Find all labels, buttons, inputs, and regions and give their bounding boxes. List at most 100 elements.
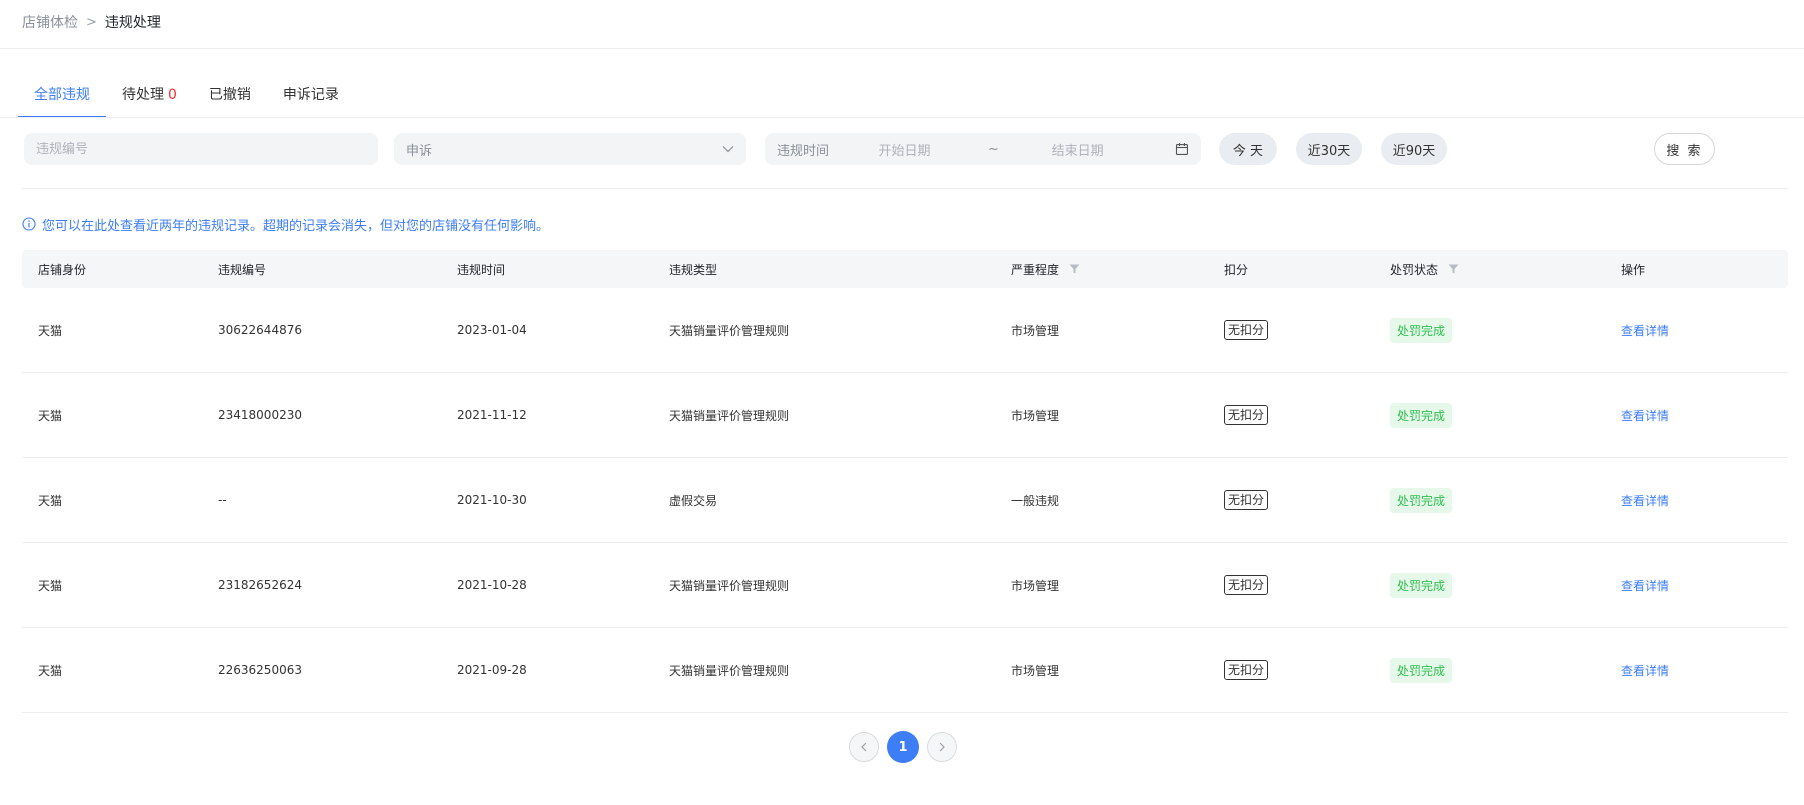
cell-time: 2021-10-30: [457, 493, 527, 507]
appeal-select[interactable]: 申诉: [394, 133, 746, 165]
score-badge: 无扣分: [1224, 660, 1269, 680]
cell-shop: 天猫: [38, 578, 63, 593]
chevron-down-icon: [722, 146, 734, 153]
cell-type: 天猫销量评价管理规则: [669, 323, 790, 338]
cell-type: 天猫销量评价管理规则: [669, 663, 790, 678]
cell-violation-no: --: [218, 493, 227, 507]
table-row: 天猫 30622644876 2023-01-04 天猫销量评价管理规则 市场管…: [22, 288, 1788, 373]
cell-status: 处罚完成: [1374, 487, 1605, 513]
next-page-button[interactable]: [927, 732, 957, 762]
info-notice: 您可以在此处查看近两年的违规记录。超期的记录会消失，但对您的店铺没有任何影响。: [22, 214, 549, 234]
tab-revoked[interactable]: 已撤销: [193, 80, 267, 118]
cell-time: 2021-09-28: [457, 663, 527, 677]
cell-action: 查看详情: [1605, 577, 1788, 594]
info-icon: [22, 217, 36, 231]
prev-page-button[interactable]: [849, 732, 879, 762]
view-details-link[interactable]: 查看详情: [1621, 492, 1669, 509]
breadcrumb: 店铺体检 > 违规处理: [22, 12, 161, 32]
pagination: 1: [849, 731, 957, 763]
cell-severity: 市场管理: [1011, 408, 1060, 423]
date-range-separator: ~: [987, 141, 999, 157]
cell-score: 无扣分: [1208, 320, 1374, 340]
column-header-label: 处罚状态: [1390, 262, 1439, 277]
cell-time: 2021-11-12: [457, 408, 527, 422]
cell-time: 2021-10-28: [457, 578, 527, 592]
cell-type: 天猫销量评价管理规则: [669, 408, 790, 423]
status-badge: 处罚完成: [1390, 572, 1453, 598]
cell-shop: 天猫: [38, 323, 63, 338]
filter-icon[interactable]: [1448, 264, 1459, 274]
cell-action: 查看详情: [1605, 492, 1788, 509]
cell-shop: 天猫: [38, 493, 63, 508]
last-30-days-button[interactable]: 近30天: [1296, 133, 1362, 165]
cell-shop: 天猫: [38, 663, 63, 678]
table-row: 天猫 23418000230 2021-11-12 天猫销量评价管理规则 市场管…: [22, 373, 1788, 458]
cell-violation-no: 30622644876: [218, 323, 302, 337]
last-90-days-button[interactable]: 近90天: [1381, 133, 1447, 165]
tab-appeal-records[interactable]: 申诉记录: [267, 80, 355, 118]
date-range-picker[interactable]: 违规时间 开始日期 ~ 结束日期: [765, 133, 1201, 165]
column-header: 违规类型: [669, 262, 718, 277]
table-row: 天猫 -- 2021-10-30 虚假交易 一般违规 无扣分 处罚完成 查看详情: [22, 458, 1788, 543]
column-header: 违规编号: [218, 262, 267, 277]
violations-table: 店铺身份 违规编号 违规时间 违规类型 严重程度 扣分 处罚状态 操作 天猫 3…: [22, 250, 1788, 713]
cell-severity: 市场管理: [1011, 323, 1060, 338]
date-range-label: 违规时间: [777, 143, 830, 159]
cell-time: 2023-01-04: [457, 323, 527, 337]
cell-violation-no: 23182652624: [218, 578, 302, 592]
filter-icon[interactable]: [1069, 264, 1080, 274]
search-button[interactable]: 搜 索: [1654, 133, 1715, 165]
view-details-link[interactable]: 查看详情: [1621, 577, 1669, 594]
tabs-divider: [0, 117, 1804, 118]
status-badge: 处罚完成: [1390, 317, 1453, 343]
page-number-current[interactable]: 1: [887, 731, 919, 763]
view-details-link[interactable]: 查看详情: [1621, 662, 1669, 679]
cell-violation-no: 22636250063: [218, 663, 302, 677]
column-header-severity: 严重程度: [995, 261, 1208, 278]
status-badge: 处罚完成: [1390, 657, 1453, 683]
column-header-status: 处罚状态: [1374, 261, 1605, 278]
cell-shop: 天猫: [38, 408, 63, 423]
cell-action: 查看详情: [1605, 407, 1788, 424]
table-row: 天猫 22636250063 2021-09-28 天猫销量评价管理规则 市场管…: [22, 628, 1788, 713]
tab-all-violations[interactable]: 全部违规: [18, 80, 106, 118]
cell-severity: 一般违规: [1011, 493, 1060, 508]
cell-score: 无扣分: [1208, 575, 1374, 595]
status-badge: 处罚完成: [1390, 402, 1453, 428]
cell-status: 处罚完成: [1374, 657, 1605, 683]
start-date-field[interactable]: 开始日期: [879, 140, 988, 159]
today-button[interactable]: 今 天: [1219, 133, 1277, 165]
score-badge: 无扣分: [1224, 320, 1269, 340]
tab-label: 待处理: [122, 87, 164, 103]
filter-divider: [22, 188, 1788, 189]
calendar-icon[interactable]: [1175, 142, 1189, 156]
score-badge: 无扣分: [1224, 490, 1269, 510]
cell-score: 无扣分: [1208, 660, 1374, 680]
tab-label: 已撤销: [208, 87, 251, 103]
pending-count: 0: [168, 87, 177, 103]
chevron-right-icon: >: [86, 14, 97, 30]
cell-action: 查看详情: [1605, 322, 1788, 339]
breadcrumb-parent[interactable]: 店铺体检: [22, 12, 78, 32]
table-row: 天猫 23182652624 2021-10-28 天猫销量评价管理规则 市场管…: [22, 543, 1788, 628]
cell-action: 查看详情: [1605, 662, 1788, 679]
cell-violation-no: 23418000230: [218, 408, 302, 422]
tab-label: 全部违规: [34, 87, 90, 103]
cell-status: 处罚完成: [1374, 317, 1605, 343]
cell-type: 天猫销量评价管理规则: [669, 578, 790, 593]
column-header: 操作: [1621, 262, 1646, 277]
chevron-left-icon: [861, 742, 867, 752]
column-header: 扣分: [1224, 262, 1249, 277]
view-details-link[interactable]: 查看详情: [1621, 322, 1669, 339]
tab-pending[interactable]: 待处理 0: [106, 80, 193, 118]
tab-bar: 全部违规 待处理 0 已撤销 申诉记录: [18, 80, 355, 118]
info-notice-text: 您可以在此处查看近两年的违规记录。超期的记录会消失，但对您的店铺没有任何影响。: [42, 218, 550, 234]
cell-score: 无扣分: [1208, 405, 1374, 425]
view-details-link[interactable]: 查看详情: [1621, 407, 1669, 424]
violation-no-input[interactable]: [24, 133, 378, 165]
end-date-field[interactable]: 结束日期: [1052, 140, 1175, 159]
cell-score: 无扣分: [1208, 490, 1374, 510]
breadcrumb-current: 违规处理: [104, 15, 161, 31]
column-header-label: 严重程度: [1011, 262, 1060, 277]
score-badge: 无扣分: [1224, 575, 1269, 595]
